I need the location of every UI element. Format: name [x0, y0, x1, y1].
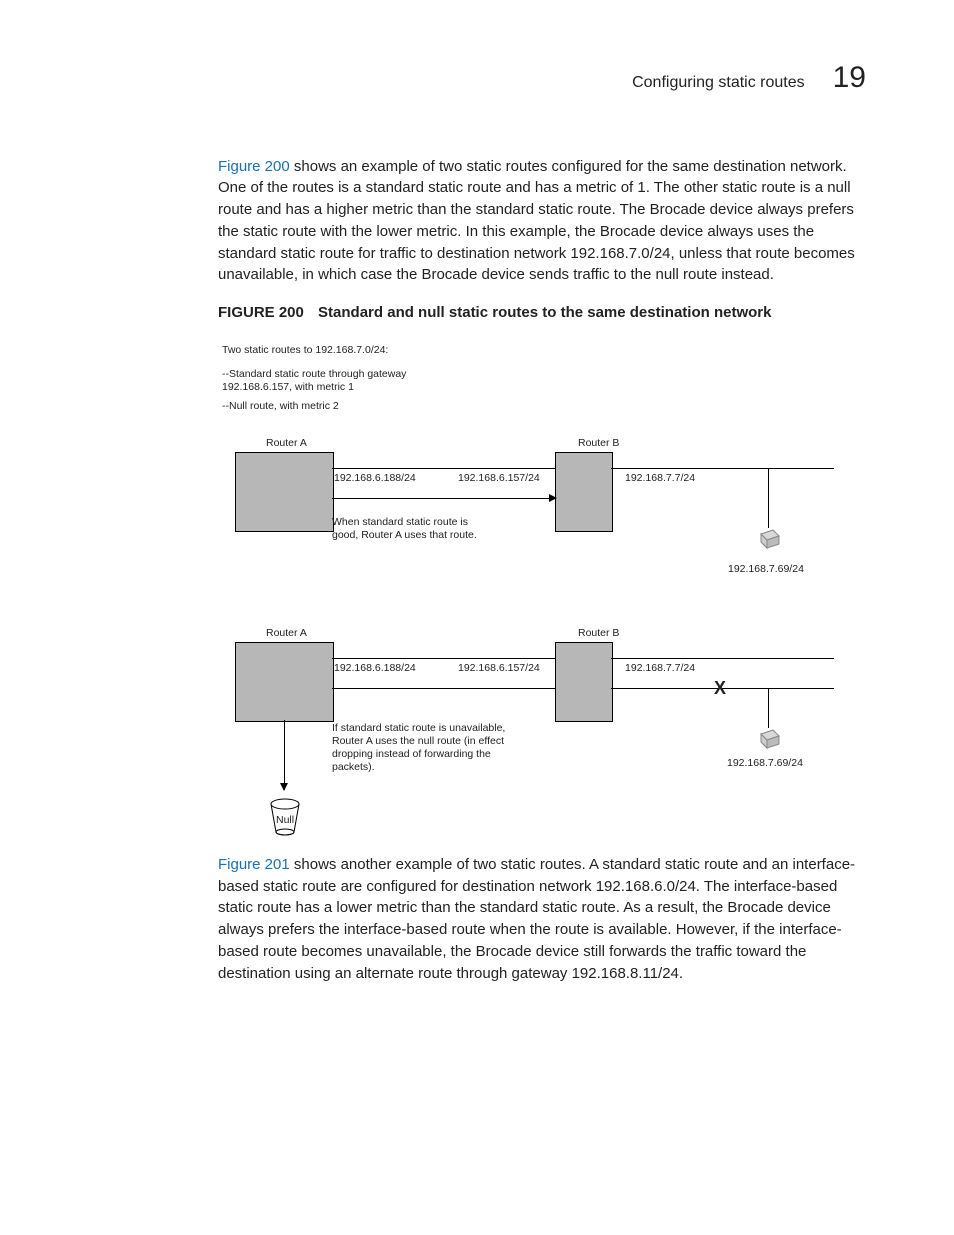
- router-b-box: [555, 452, 613, 532]
- diagram-note-header: Two static routes to 192.168.7.0/24:: [222, 344, 388, 357]
- link-a-b-bottom: [332, 658, 555, 659]
- link-b-out-2: [611, 658, 834, 659]
- followup-paragraph: Figure 201 shows another example of two …: [218, 854, 866, 985]
- host-icon-2: [755, 726, 781, 752]
- page-number: 19: [833, 56, 866, 100]
- figure-number: 200: [279, 304, 304, 321]
- x-marker: X: [714, 675, 726, 701]
- router-a-box: [235, 452, 334, 532]
- followup-paragraph-body: shows another example of two static rout…: [218, 856, 855, 982]
- arrow-a-to-b: [332, 498, 556, 499]
- caption-null-route: If standard static route is unavailable,…: [332, 722, 507, 775]
- ip-b-label: 192.168.6.157/24: [458, 471, 540, 486]
- ip-c-label-2: 192.168.7.7/24: [625, 661, 695, 676]
- link-a-b-top: [332, 468, 555, 469]
- router-b-box-2: [555, 642, 613, 722]
- router-a-label: Router A: [266, 436, 307, 451]
- ip-a-label-2: 192.168.6.188/24: [334, 661, 416, 676]
- figure-200-diagram: Two static routes to 192.168.7.0/24: --S…: [218, 340, 838, 850]
- router-a-label-2: Router A: [266, 626, 307, 641]
- host-icon: [755, 526, 781, 552]
- router-b-label-2: Router B: [578, 626, 619, 641]
- link-a-b-bottom-2: [332, 688, 555, 689]
- intro-paragraph: Figure 200 shows an example of two stati…: [218, 156, 866, 287]
- router-b-label: Router B: [578, 436, 619, 451]
- ip-c-label: 192.168.7.7/24: [625, 471, 695, 486]
- ip-b-label-2: 192.168.6.157/24: [458, 661, 540, 676]
- arrow-to-null: [284, 720, 285, 790]
- link-b-out: [611, 468, 834, 469]
- host-drop-line-2: [768, 688, 769, 728]
- diagram-note-2: --Null route, with metric 2: [222, 400, 339, 413]
- figure-201-link[interactable]: Figure 201: [218, 856, 290, 873]
- diagram-note-1: --Standard static route through gateway …: [222, 368, 412, 394]
- router-a-box-2: [235, 642, 334, 722]
- section-title: Configuring static routes: [632, 71, 805, 94]
- ip-d-label-2: 192.168.7.69/24: [727, 756, 803, 771]
- figure-title: Standard and null static routes to the s…: [318, 304, 771, 321]
- host-drop-line: [768, 468, 769, 528]
- caption-standard-route: When standard static route is good, Rout…: [332, 516, 487, 542]
- figure-word: FIGURE: [218, 304, 275, 321]
- figure-200-link[interactable]: Figure 200: [218, 158, 290, 175]
- page-header: Configuring static routes 19: [218, 56, 866, 100]
- ip-a-label: 192.168.6.188/24: [334, 471, 416, 486]
- ip-d-label: 192.168.7.69/24: [728, 562, 804, 577]
- null-label: Null: [276, 813, 294, 828]
- intro-paragraph-body: shows an example of two static routes co…: [218, 158, 855, 284]
- figure-200-caption: FIGURE 200 Standard and null static rout…: [218, 302, 866, 324]
